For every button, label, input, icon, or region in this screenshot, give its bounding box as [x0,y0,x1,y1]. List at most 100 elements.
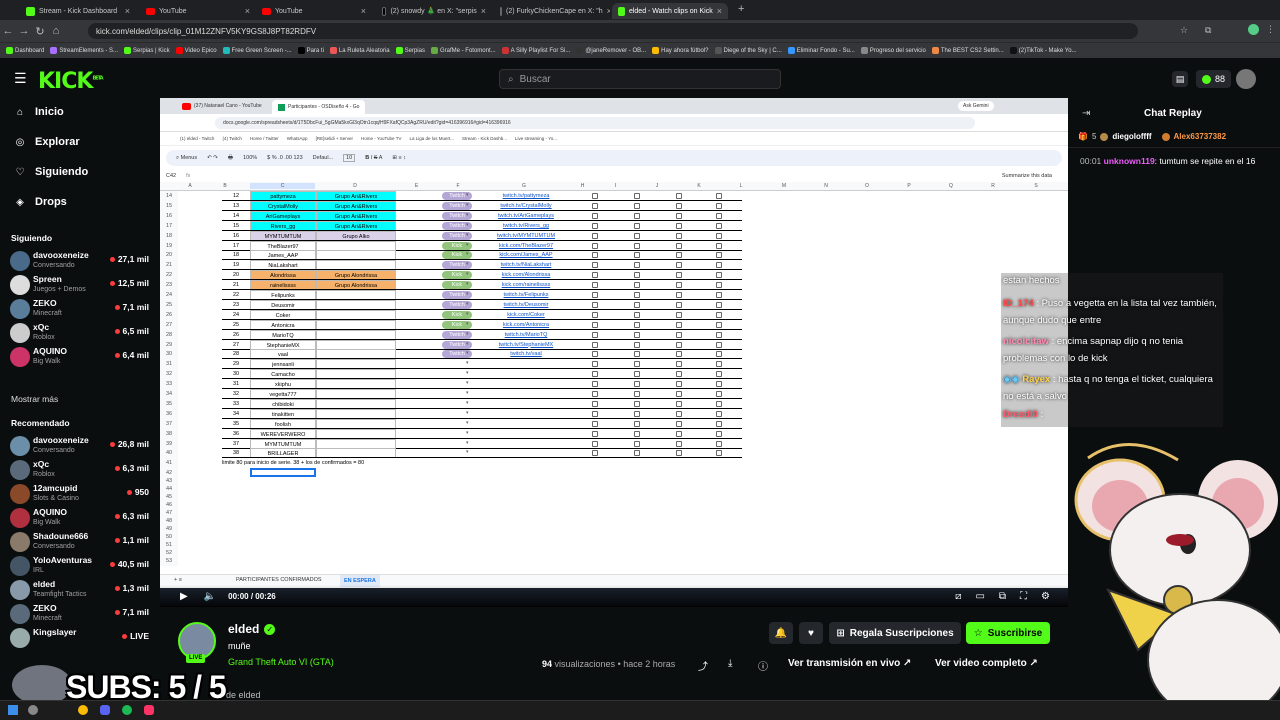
close-icon[interactable]: × [717,6,722,16]
bookmark[interactable]: Progreso del servicio [860,47,926,54]
watch-live-link[interactable]: Ver transmisión en vivo ↗ [788,658,911,669]
bookmark[interactable]: Diege of the Sky | C... [714,47,782,54]
info-icon[interactable]: ⓘ [758,658,768,673]
dropdown-icon: ▾ [466,221,469,228]
home-icon[interactable]: ⌂ [48,25,64,37]
bookmark[interactable]: GrafMe - Fotomont... [430,47,496,54]
follow-button[interactable]: ♥ [799,622,823,644]
taskbar-app-icon[interactable] [28,705,38,715]
gift-leaderboard: 🎁 5 diegoloffff Alex63737382 [1068,126,1280,148]
fullscreen-icon[interactable]: ⛶ [1020,591,1027,602]
extensions-icon[interactable]: ⧉ [1205,25,1211,36]
bookmark[interactable]: Video Epico [175,47,217,54]
bookmark[interactable]: Hay ahora fútbol? [652,47,709,54]
bookmark[interactable]: StreamElements - S... [50,47,118,54]
theater-icon[interactable]: ▭ [975,591,984,602]
browser-tab[interactable]: YouTube × [140,3,256,19]
reload-icon[interactable]: ↻ [32,25,48,38]
sidebar-channel[interactable]: ZEKO Minecraft 7,1 mil [10,296,152,320]
download-icon[interactable]: ⤓ [728,658,732,669]
close-icon[interactable]: × [125,6,130,16]
close-icon[interactable]: × [481,6,486,16]
sidebar-channel[interactable]: Shadoune666 Conversando 1,1 mil [10,529,152,553]
watch-full-link[interactable]: Ver video completo ↗ [935,658,1038,669]
back-icon[interactable]: ← [0,25,16,37]
sidebar-item-explorar[interactable]: ◎ Explorar [15,136,80,148]
sidebar-channel[interactable]: AQUINO Big Walk 6,4 mil [10,344,152,368]
channel-name[interactable]: elded ✓ [228,622,276,636]
discord-icon[interactable] [100,705,110,715]
sidebar-channel[interactable]: Kingslayer LIVE [10,625,152,649]
sidebar-channel[interactable]: xQc Roblox 6,5 mil [10,320,152,344]
category-link[interactable]: Grand Theft Auto VI (GTA) [228,657,334,667]
sidebar-channel[interactable]: davooxeneize Conversando 26,8 mil [10,433,152,457]
close-icon[interactable]: × [361,6,366,16]
browser-tab[interactable]: elded - Watch clips on Kick × [612,3,728,19]
hamburger-icon[interactable]: ☰ [14,70,27,87]
checkbox [716,222,722,229]
bookmark[interactable]: Serpias [395,47,425,54]
sidebar-channel[interactable]: YoloAventuras IRL 40,5 mil [10,553,152,577]
dropdown-icon: ▾ [466,211,469,218]
windows-start-icon[interactable] [8,705,18,715]
sidebar-channel[interactable]: 12amcupid Slots & Casino 950 [10,481,152,505]
sidebar-channel[interactable]: elded Teamfight Tactics 1,3 mil [10,577,152,601]
sidebar-channel[interactable]: davooxeneize Conversando 27,1 mil [10,248,152,272]
drops-icon: ◈ [16,196,24,208]
settings-icon[interactable]: ⚙ [1041,591,1050,602]
collapse-chat-icon[interactable]: ⇥ [1082,108,1090,119]
volume-icon[interactable]: 🔈 [204,591,216,602]
bookmark[interactable]: @janeRemover - OB... [576,47,646,54]
sidebar-channel[interactable]: Spreen Juegos + Demos 12,5 mil [10,272,152,296]
row-number: 36 [160,408,178,419]
sidebar-channel[interactable]: AQUINO Big Walk 6,3 mil [10,505,152,529]
sidebar-item-siguiendo[interactable]: ♡ Siguiendo [15,166,89,178]
sidebar-channel[interactable]: ZEKO Minecraft 7,1 mil [10,601,152,625]
video-player[interactable]: (37) Natanael Cano - YouTube Participant… [160,98,1068,606]
star-icon[interactable]: ☆ [1180,25,1188,36]
spotify-icon[interactable] [122,705,132,715]
clip-icon[interactable]: ⧄ [955,591,961,602]
menu-icon[interactable]: ⋮ [1266,24,1275,35]
bookmark[interactable]: Free Green Screen -... [222,47,292,54]
table-row: 22 20 Alondrissa Grupo Alondrissa Kick ▾ kick.… [160,270,1068,281]
bookmark[interactable]: Para ti [297,47,324,54]
close-icon[interactable]: × [607,6,610,16]
show-more-link[interactable]: Mostrar más [11,394,58,404]
chrome-icon[interactable] [78,705,88,715]
bookmark[interactable]: The BEST CS2 Settin... [931,47,1004,54]
sidebar-channel[interactable]: xQc Roblox 6,3 mil [10,457,152,481]
table-row: 39 37 MYMTUMTUM ▾ [160,438,1068,449]
new-tab-icon[interactable]: + [738,3,744,15]
subscribe-button[interactable]: ☆ Suscribirse [966,622,1050,644]
profile-icon[interactable] [1248,24,1259,35]
browser-tab[interactable]: (2) FurkyChickenCape en X: "h × [494,3,610,19]
sidebar-item-drops[interactable]: ◈ Drops [15,196,67,208]
search-input[interactable]: ⌕ Buscar [499,69,781,89]
play-icon[interactable]: ▶ [180,591,188,602]
tab-label: (2) snowdy 🎄 en X: "serpis [390,8,477,15]
taskbar-app-icon[interactable] [144,705,154,715]
notification-bell-button[interactable]: 🔔 [769,622,793,644]
bookmark[interactable]: A Silly Playlist For Si... [501,47,570,54]
pip-icon[interactable]: ⧉ [999,591,1006,602]
browser-tab[interactable]: (2) snowdy 🎄 en X: "serpis × [376,3,492,19]
bookmark[interactable]: Serpias | Kick [124,47,170,54]
sidebar-item-inicio[interactable]: ⌂ Inicio [15,106,64,118]
points-button[interactable]: 88 [1196,70,1232,88]
bookmark[interactable]: (2)TikTok - Make Yo... [1009,47,1077,54]
browser-tab[interactable]: YouTube × [256,3,372,19]
gift-subs-button[interactable]: ⊞ Regala Suscripciones [829,622,961,644]
bookmark[interactable]: Eliminar Fondo - Su... [787,47,855,54]
channel-category: Slots & Casino [33,495,79,502]
avatar[interactable] [1236,69,1256,89]
forward-icon[interactable]: → [16,25,32,37]
bookmark[interactable]: Dashboard [6,47,44,54]
bookmark[interactable]: La Ruleta Aleatoria [329,47,390,54]
share-icon[interactable]: ⤴ [698,658,708,673]
library-icon[interactable]: ▤ [1172,71,1188,87]
close-icon[interactable]: × [245,6,250,16]
kick-logo[interactable]: KICKBETA [38,69,104,94]
browser-tab[interactable]: Stream - Kick Dashboard × [20,3,136,19]
address-bar[interactable]: kick.com/elded/clips/clip_01M12ZNFV5KY9G… [88,23,1138,39]
